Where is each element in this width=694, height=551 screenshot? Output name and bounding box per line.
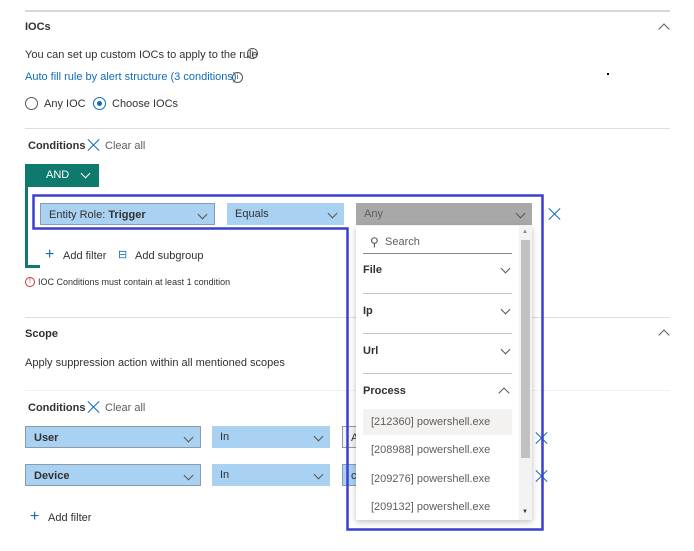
highlight-outline: [32, 194, 544, 531]
